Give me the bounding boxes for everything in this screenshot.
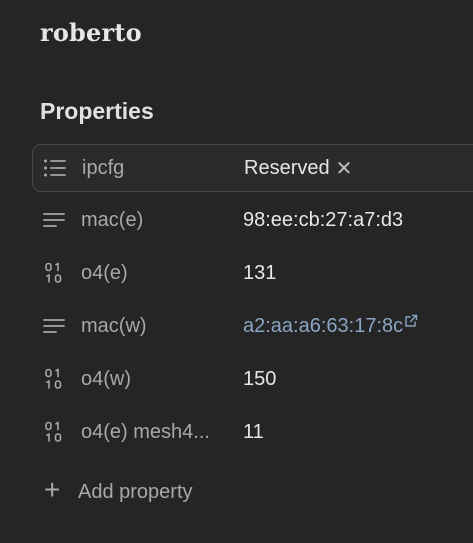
text-lines-icon[interactable] bbox=[40, 206, 68, 234]
property-value-number[interactable]: 11 bbox=[243, 421, 264, 444]
property-value-number[interactable]: 150 bbox=[243, 368, 276, 391]
property-row-mac-e[interactable]: mac(e) 98:ee:cb:27:a7:d3 bbox=[32, 195, 473, 245]
property-name[interactable]: mac(e) bbox=[81, 209, 231, 232]
close-icon[interactable]: ✕ bbox=[336, 156, 353, 181]
binary-number-icon[interactable] bbox=[40, 259, 68, 287]
property-value-number[interactable]: 131 bbox=[243, 262, 276, 285]
binary-number-icon[interactable] bbox=[40, 418, 68, 446]
property-name[interactable]: ipcfg bbox=[82, 157, 232, 180]
list-icon[interactable] bbox=[41, 154, 69, 182]
external-link-icon[interactable] bbox=[404, 314, 418, 328]
property-name[interactable]: mac(w) bbox=[81, 315, 231, 338]
properties-heading[interactable]: Properties bbox=[40, 98, 154, 125]
note-title[interactable]: roberto bbox=[40, 18, 142, 47]
property-value-text[interactable]: 98:ee:cb:27:a7:d3 bbox=[243, 209, 403, 232]
property-value-tag[interactable]: Reserved ✕ bbox=[244, 156, 352, 181]
property-name[interactable]: o4(e) bbox=[81, 262, 231, 285]
property-name[interactable]: o4(e) mesh4... bbox=[81, 421, 231, 444]
property-row-o4-w[interactable]: o4(w) 150 bbox=[32, 354, 473, 404]
text-lines-icon[interactable] bbox=[40, 312, 68, 340]
property-row-mac-w[interactable]: mac(w) a2:aa:a6:63:17:8c bbox=[32, 301, 473, 351]
property-row-ipcfg[interactable]: ipcfg Reserved ✕ bbox=[32, 144, 473, 192]
properties-list: ipcfg Reserved ✕ mac(e) 98:ee:cb:27:a7:d… bbox=[32, 144, 473, 460]
link-text[interactable]: a2:aa:a6:63:17:8c bbox=[243, 315, 403, 338]
property-value-link[interactable]: a2:aa:a6:63:17:8c bbox=[243, 315, 418, 338]
plus-icon: + bbox=[44, 474, 61, 505]
property-row-o4-e[interactable]: o4(e) 131 bbox=[32, 248, 473, 298]
property-name[interactable]: o4(w) bbox=[81, 368, 231, 391]
add-property-button[interactable]: + Add property bbox=[44, 474, 193, 506]
add-property-label: Add property bbox=[78, 480, 193, 503]
tag-label: Reserved bbox=[244, 156, 330, 179]
binary-number-icon[interactable] bbox=[40, 365, 68, 393]
property-row-o4-e-mesh4[interactable]: o4(e) mesh4... 11 bbox=[32, 407, 473, 457]
